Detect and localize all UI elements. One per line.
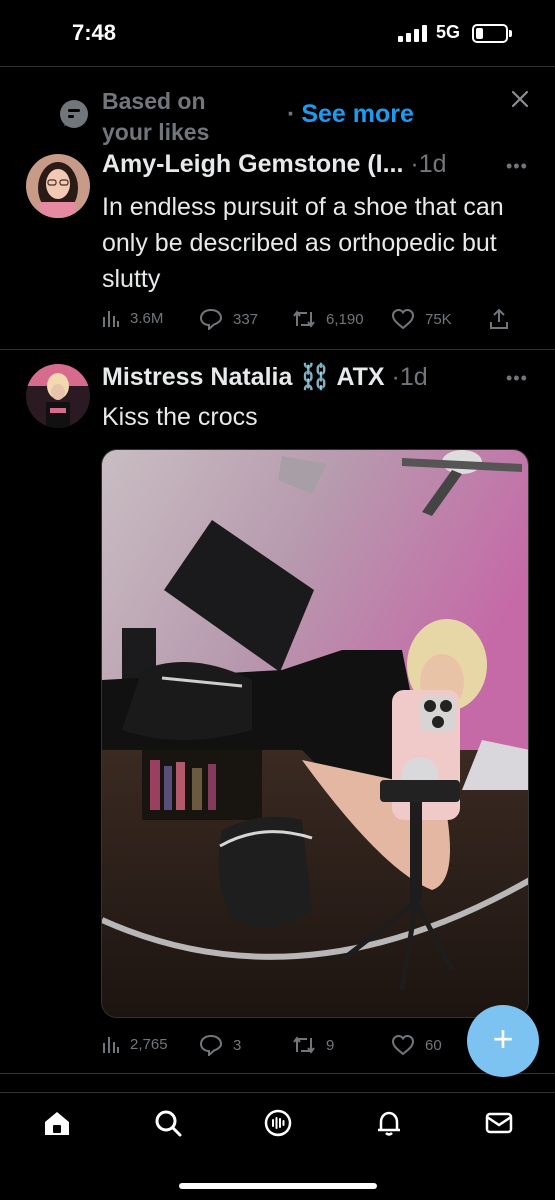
bottom-nav-divider [0,1092,555,1093]
tweet-text: In endless pursuit of a shoe that can on… [102,193,504,293]
author-name[interactable]: Amy-Leigh Gemstone (I... [102,150,403,178]
home-indicator [179,1183,377,1189]
like-action[interactable]: 75K [391,308,452,330]
tweet-divider [0,1073,555,1074]
heart-icon [391,1034,415,1056]
reply-action[interactable]: 337 [199,308,258,330]
tweet-actions: 3.6M 337 6,190 75K [102,308,522,334]
retweet-icon [293,310,315,328]
retweet-count: 9 [326,1036,335,1054]
search-icon[interactable] [153,1108,183,1138]
reply-count: 337 [233,310,259,328]
recommendation-label: Based on your likes [102,88,210,145]
tweet-age: 1d [418,150,447,178]
avatar[interactable] [26,154,90,218]
retweet-action[interactable]: 9 [292,1034,334,1056]
see-more-label: See more [301,100,414,128]
tweet-text: Kiss the crocs [102,403,258,431]
retweet-count: 6,190 [326,310,364,328]
compose-button[interactable]: + [467,1005,539,1077]
tweet-author-line[interactable]: Amy-Leigh Gemstone (I... ·1d [102,150,447,179]
battery-nub [509,30,512,37]
reply-icon [199,1034,223,1056]
separator-dot: · [287,100,296,128]
retweet-action[interactable]: 6,190 [292,308,364,330]
status-time: 7:48 [72,20,117,45]
top-divider [0,66,555,67]
reply-icon [199,308,223,330]
chat-bubble-question-icon [60,100,88,128]
share-icon [490,308,508,329]
network-type: 5G [436,22,461,42]
views-count: 2,765 [130,1035,168,1053]
tweet-age: 1d [399,363,428,391]
status-bar: 7:48 5G [0,0,555,66]
heart-icon [391,308,415,330]
tweet-author-line[interactable]: Mistress Natalia ⛓️ ATX ·1d [102,363,428,392]
signal-icon [398,25,428,42]
more-options-icon[interactable]: ••• [506,156,528,177]
reply-count: 3 [233,1036,242,1054]
views-action[interactable]: 3.6M [102,308,163,328]
plus-icon: + [492,1018,514,1059]
like-count: 60 [425,1036,442,1054]
analytics-icon [103,1037,119,1053]
views-count: 3.6M [130,309,164,327]
author-name[interactable]: Mistress Natalia ⛓️ ATX [102,363,385,391]
tweet-actions: 2,765 3 9 60 [102,1034,522,1060]
home-icon[interactable] [42,1108,72,1138]
avatar[interactable] [26,364,90,428]
retweet-icon [293,1036,315,1054]
tweet-media-photo[interactable] [101,449,529,1018]
like-count: 75K [425,310,452,328]
views-action[interactable]: 2,765 [102,1034,168,1054]
spaces-icon[interactable] [263,1108,293,1138]
battery-icon [472,24,508,43]
bell-icon[interactable] [374,1108,404,1138]
share-action[interactable] [488,308,520,330]
mail-icon[interactable] [484,1108,514,1138]
tweet-divider [0,349,555,350]
analytics-icon [103,311,119,327]
see-more-link[interactable]: · See more [287,100,414,129]
like-action[interactable]: 60 [391,1034,442,1056]
reply-action[interactable]: 3 [199,1034,241,1056]
more-options-icon[interactable]: ••• [506,368,528,389]
close-icon[interactable] [511,86,533,112]
